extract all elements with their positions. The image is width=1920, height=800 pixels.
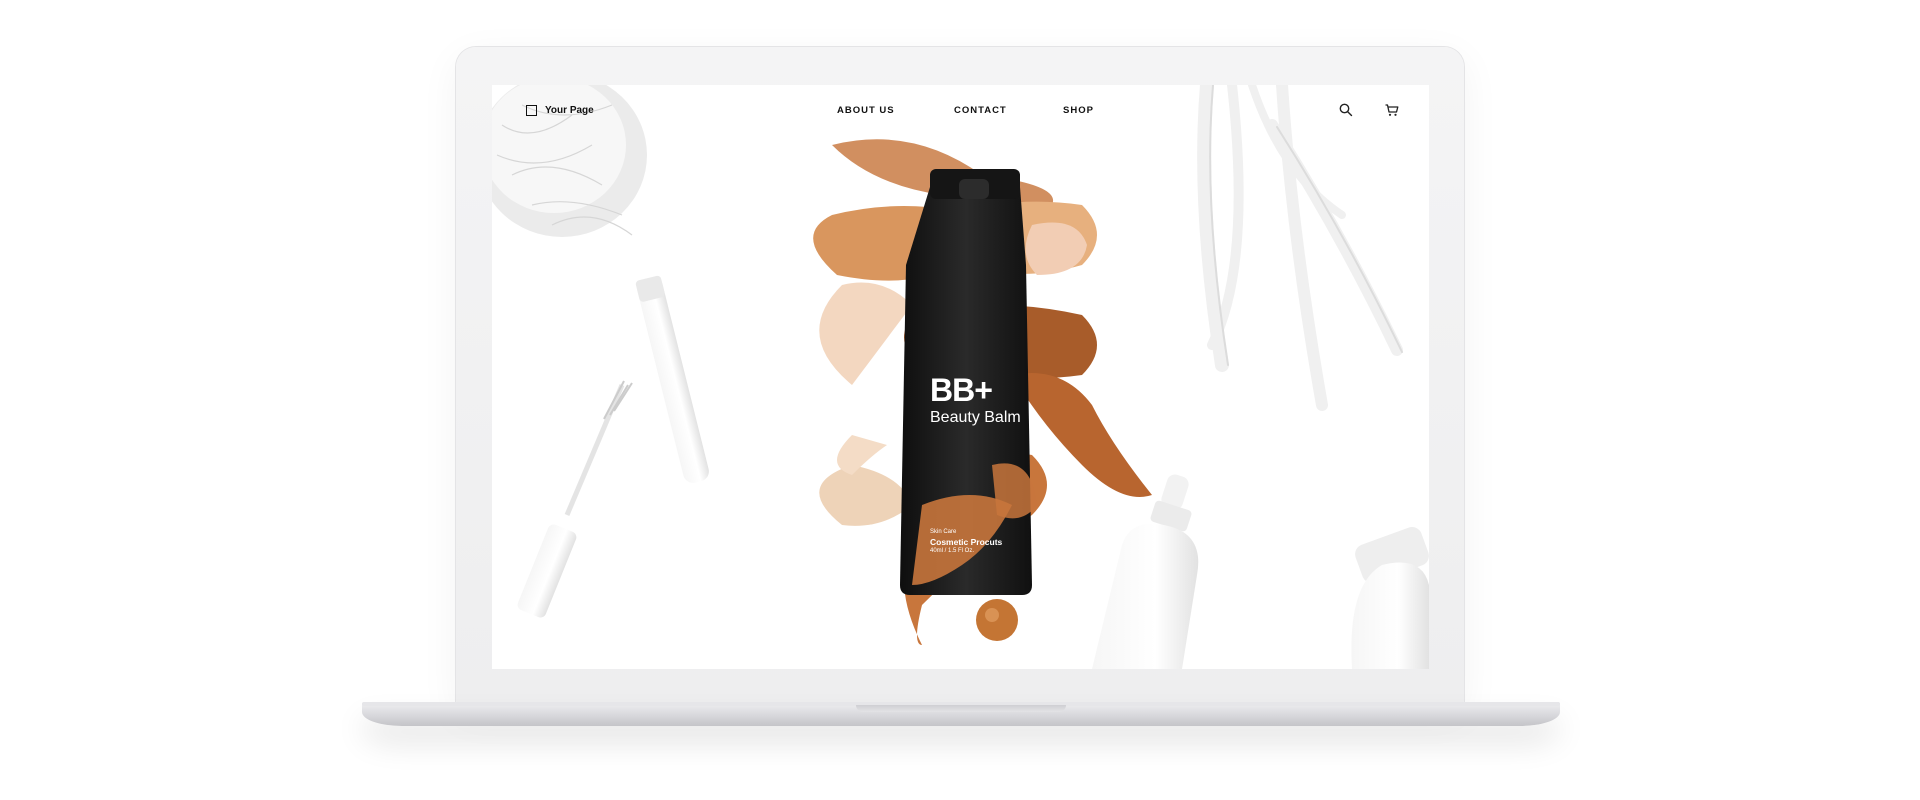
product-brand-mark: BB+ <box>930 372 993 408</box>
site-logo[interactable]: Your Page <box>526 105 594 116</box>
mascara-tube-prop <box>635 275 709 483</box>
laptop-notch <box>856 705 1066 712</box>
nav-shop[interactable]: SHOP <box>1063 105 1094 116</box>
logo-text: Your Page <box>545 105 594 116</box>
product-category: Skin Care <box>930 529 957 535</box>
cart-icon[interactable] <box>1384 102 1400 118</box>
search-icon[interactable] <box>1338 102 1354 118</box>
product-line: Cosmetic Procuts <box>930 537 1003 547</box>
product-name: Beauty Balm <box>930 409 1021 426</box>
product-volume: 40ml / 1.5 Fl Oz. <box>930 548 975 554</box>
logo-square-icon <box>526 105 537 116</box>
mascara-wand-prop <box>517 380 633 618</box>
laptop-screen: BB+ Beauty Balm Skin Care Cosmetic Procu… <box>492 85 1429 669</box>
dropper-bottle-prop <box>1092 474 1199 669</box>
jar-prop <box>1351 527 1429 669</box>
nav-contact[interactable]: CONTACT <box>954 105 1007 116</box>
nav-about-us[interactable]: ABOUT US <box>837 105 895 116</box>
branches-prop <box>1197 85 1403 411</box>
